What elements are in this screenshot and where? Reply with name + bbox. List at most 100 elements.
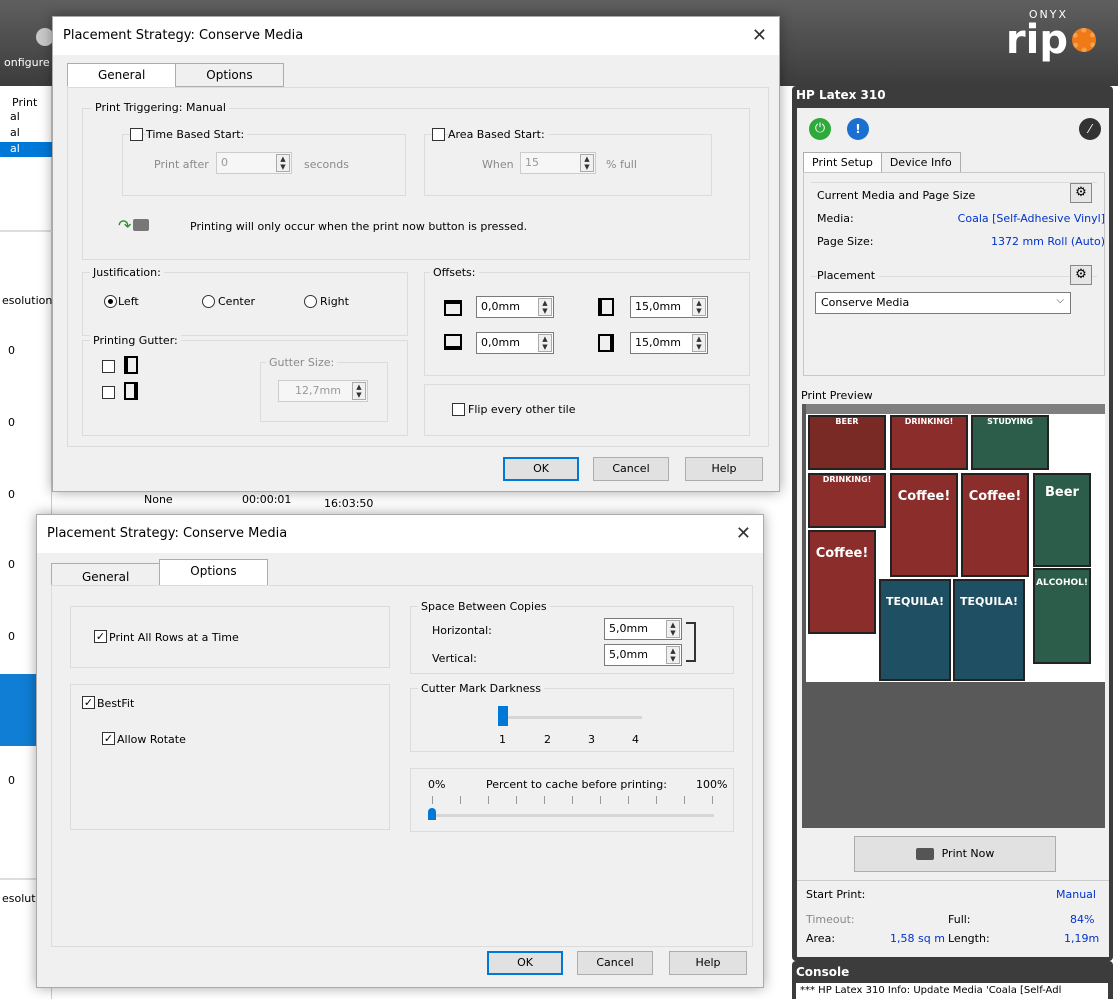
help-button[interactable]: Help: [685, 457, 763, 481]
gutter-right-icon: [124, 382, 138, 400]
media-value[interactable]: Coala [Self-Adhesive Vinyl]: [905, 212, 1105, 225]
when-value: 15: [525, 156, 539, 169]
spin-arrows-icon[interactable]: ▲ ▼: [538, 334, 552, 352]
dialog-title: Placement Strategy: Conserve Media: [53, 17, 779, 55]
print-now-label: Print Now: [941, 847, 995, 860]
seconds-label: seconds: [304, 158, 349, 171]
allow-rotate-checkbox[interactable]: ✓: [102, 732, 115, 745]
placement-title: Placement: [817, 269, 880, 282]
ok-button[interactable]: OK: [503, 457, 579, 481]
row-value: 0: [8, 488, 15, 501]
close-icon[interactable]: ✕: [752, 25, 767, 46]
preview-poster: Coffee!: [961, 473, 1029, 577]
logo-product: rip: [1005, 17, 1068, 63]
left-item-selected[interactable]: al: [0, 142, 52, 157]
spin-arrows-icon[interactable]: ▲ ▼: [352, 382, 366, 400]
cutter-tick-label: 4: [632, 733, 639, 746]
print-all-rows-checkbox[interactable]: ✓: [94, 630, 107, 643]
preview-poster: ALCOHOL!: [1033, 568, 1091, 664]
area-based-checkbox[interactable]: [432, 128, 445, 141]
power-icon[interactable]: ⏻: [809, 118, 831, 140]
offsets-group: [424, 272, 750, 376]
area-label: Area:: [806, 932, 836, 945]
media-settings-gear-icon[interactable]: ⚙: [1070, 183, 1092, 203]
placement-settings-gear-icon[interactable]: ⚙: [1070, 265, 1092, 285]
left-item-print[interactable]: Print: [12, 96, 37, 109]
cancel-button[interactable]: Cancel: [593, 457, 669, 481]
tab-device-info[interactable]: Device Info: [880, 152, 961, 173]
when-stepper[interactable]: 15 ▲ ▼: [520, 152, 596, 174]
ok-button[interactable]: OK: [487, 951, 563, 975]
offset-left-value: 15,0mm: [635, 300, 681, 313]
spin-arrows-icon[interactable]: ▲ ▼: [666, 646, 680, 664]
justify-left-radio[interactable]: [104, 295, 117, 308]
preview-poster: DRINKING!: [808, 473, 886, 528]
selected-row[interactable]: [0, 674, 40, 746]
spin-arrows-icon[interactable]: ▲ ▼: [666, 620, 680, 638]
cutter-slider-track[interactable]: [498, 716, 642, 719]
preview-poster: STUDYING: [971, 415, 1049, 470]
justify-right-radio[interactable]: [304, 295, 317, 308]
flip-checkbox[interactable]: [452, 403, 465, 416]
edit-icon[interactable]: ⁄: [1079, 118, 1101, 140]
justification-title: Justification:: [90, 266, 164, 279]
print-after-label: Print after: [154, 158, 209, 171]
info-icon[interactable]: !: [847, 118, 869, 140]
gutter-size-title: Gutter Size:: [266, 356, 338, 369]
left-item[interactable]: al: [10, 110, 20, 123]
spin-arrows-icon[interactable]: ▲ ▼: [692, 298, 706, 316]
time-based-checkbox[interactable]: [130, 128, 143, 141]
gutter-size-stepper[interactable]: 12,7mm ▲ ▼: [278, 380, 368, 402]
cancel-button[interactable]: Cancel: [577, 951, 653, 975]
print-now-button[interactable]: Print Now: [854, 836, 1056, 872]
gutter-right-checkbox[interactable]: [102, 386, 115, 399]
tab-print-setup[interactable]: Print Setup: [803, 152, 882, 173]
horizontal-label: Horizontal:: [432, 624, 492, 637]
gutter-left-checkbox[interactable]: [102, 360, 115, 373]
chain-link-icon[interactable]: [686, 622, 696, 662]
gutter-size-value: 12,7mm: [295, 384, 341, 397]
cutter-slider-thumb[interactable]: [498, 706, 508, 726]
resolution-header: esolut: [2, 892, 36, 905]
vertical-stepper[interactable]: 5,0mm ▲ ▼: [604, 644, 682, 666]
configure-label[interactable]: onfigure: [4, 56, 50, 69]
offset-right-value: 15,0mm: [635, 336, 681, 349]
horizontal-value: 5,0mm: [609, 622, 648, 635]
pct-full-label: % full: [606, 158, 637, 171]
left-item[interactable]: al: [10, 126, 20, 139]
justify-center-label: Center: [218, 295, 256, 308]
close-icon[interactable]: ✕: [736, 523, 751, 544]
help-button[interactable]: Help: [669, 951, 747, 975]
tab-general[interactable]: General: [67, 63, 177, 87]
full-value: 84%: [1070, 913, 1095, 926]
offset-bottom-stepper[interactable]: 0,0mm ▲ ▼: [476, 332, 554, 354]
spin-arrows-icon[interactable]: ▲ ▼: [276, 154, 290, 172]
offset-left-icon: [598, 298, 614, 316]
print-after-value: 0: [221, 156, 228, 169]
cache-slider-track[interactable]: [432, 814, 714, 817]
offset-top-stepper[interactable]: 0,0mm ▲ ▼: [476, 296, 554, 318]
print-after-stepper[interactable]: 0 ▲ ▼: [216, 152, 292, 174]
horizontal-stepper[interactable]: 5,0mm ▲ ▼: [604, 618, 682, 640]
cutter-group: [410, 688, 734, 752]
start-print-value[interactable]: Manual: [1056, 888, 1096, 901]
cache-slider-thumb[interactable]: [428, 808, 436, 820]
offset-bottom-icon: [444, 334, 462, 350]
justify-center-radio[interactable]: [202, 295, 215, 308]
page-size-value[interactable]: 1372 mm Roll (Auto): [905, 235, 1105, 248]
page-size-label: Page Size:: [817, 235, 874, 248]
bestfit-checkbox[interactable]: ✓: [82, 696, 95, 709]
tab-options[interactable]: Options: [175, 63, 284, 87]
spin-arrows-icon[interactable]: ▲ ▼: [692, 334, 706, 352]
offset-left-stepper[interactable]: 15,0mm ▲ ▼: [630, 296, 708, 318]
offset-right-stepper[interactable]: 15,0mm ▲ ▼: [630, 332, 708, 354]
preview-poster: DRINKING!: [890, 415, 968, 470]
media-label: Media:: [817, 212, 854, 225]
placement-select[interactable]: Conserve Media ⌵: [815, 292, 1071, 314]
gutter-left-icon: [124, 356, 138, 374]
spin-arrows-icon[interactable]: ▲ ▼: [580, 154, 594, 172]
preview-poster: TEQUILA!: [879, 579, 951, 681]
printer-icon: [915, 848, 934, 860]
cache-min-label: 0%: [428, 778, 446, 791]
spin-arrows-icon[interactable]: ▲ ▼: [538, 298, 552, 316]
